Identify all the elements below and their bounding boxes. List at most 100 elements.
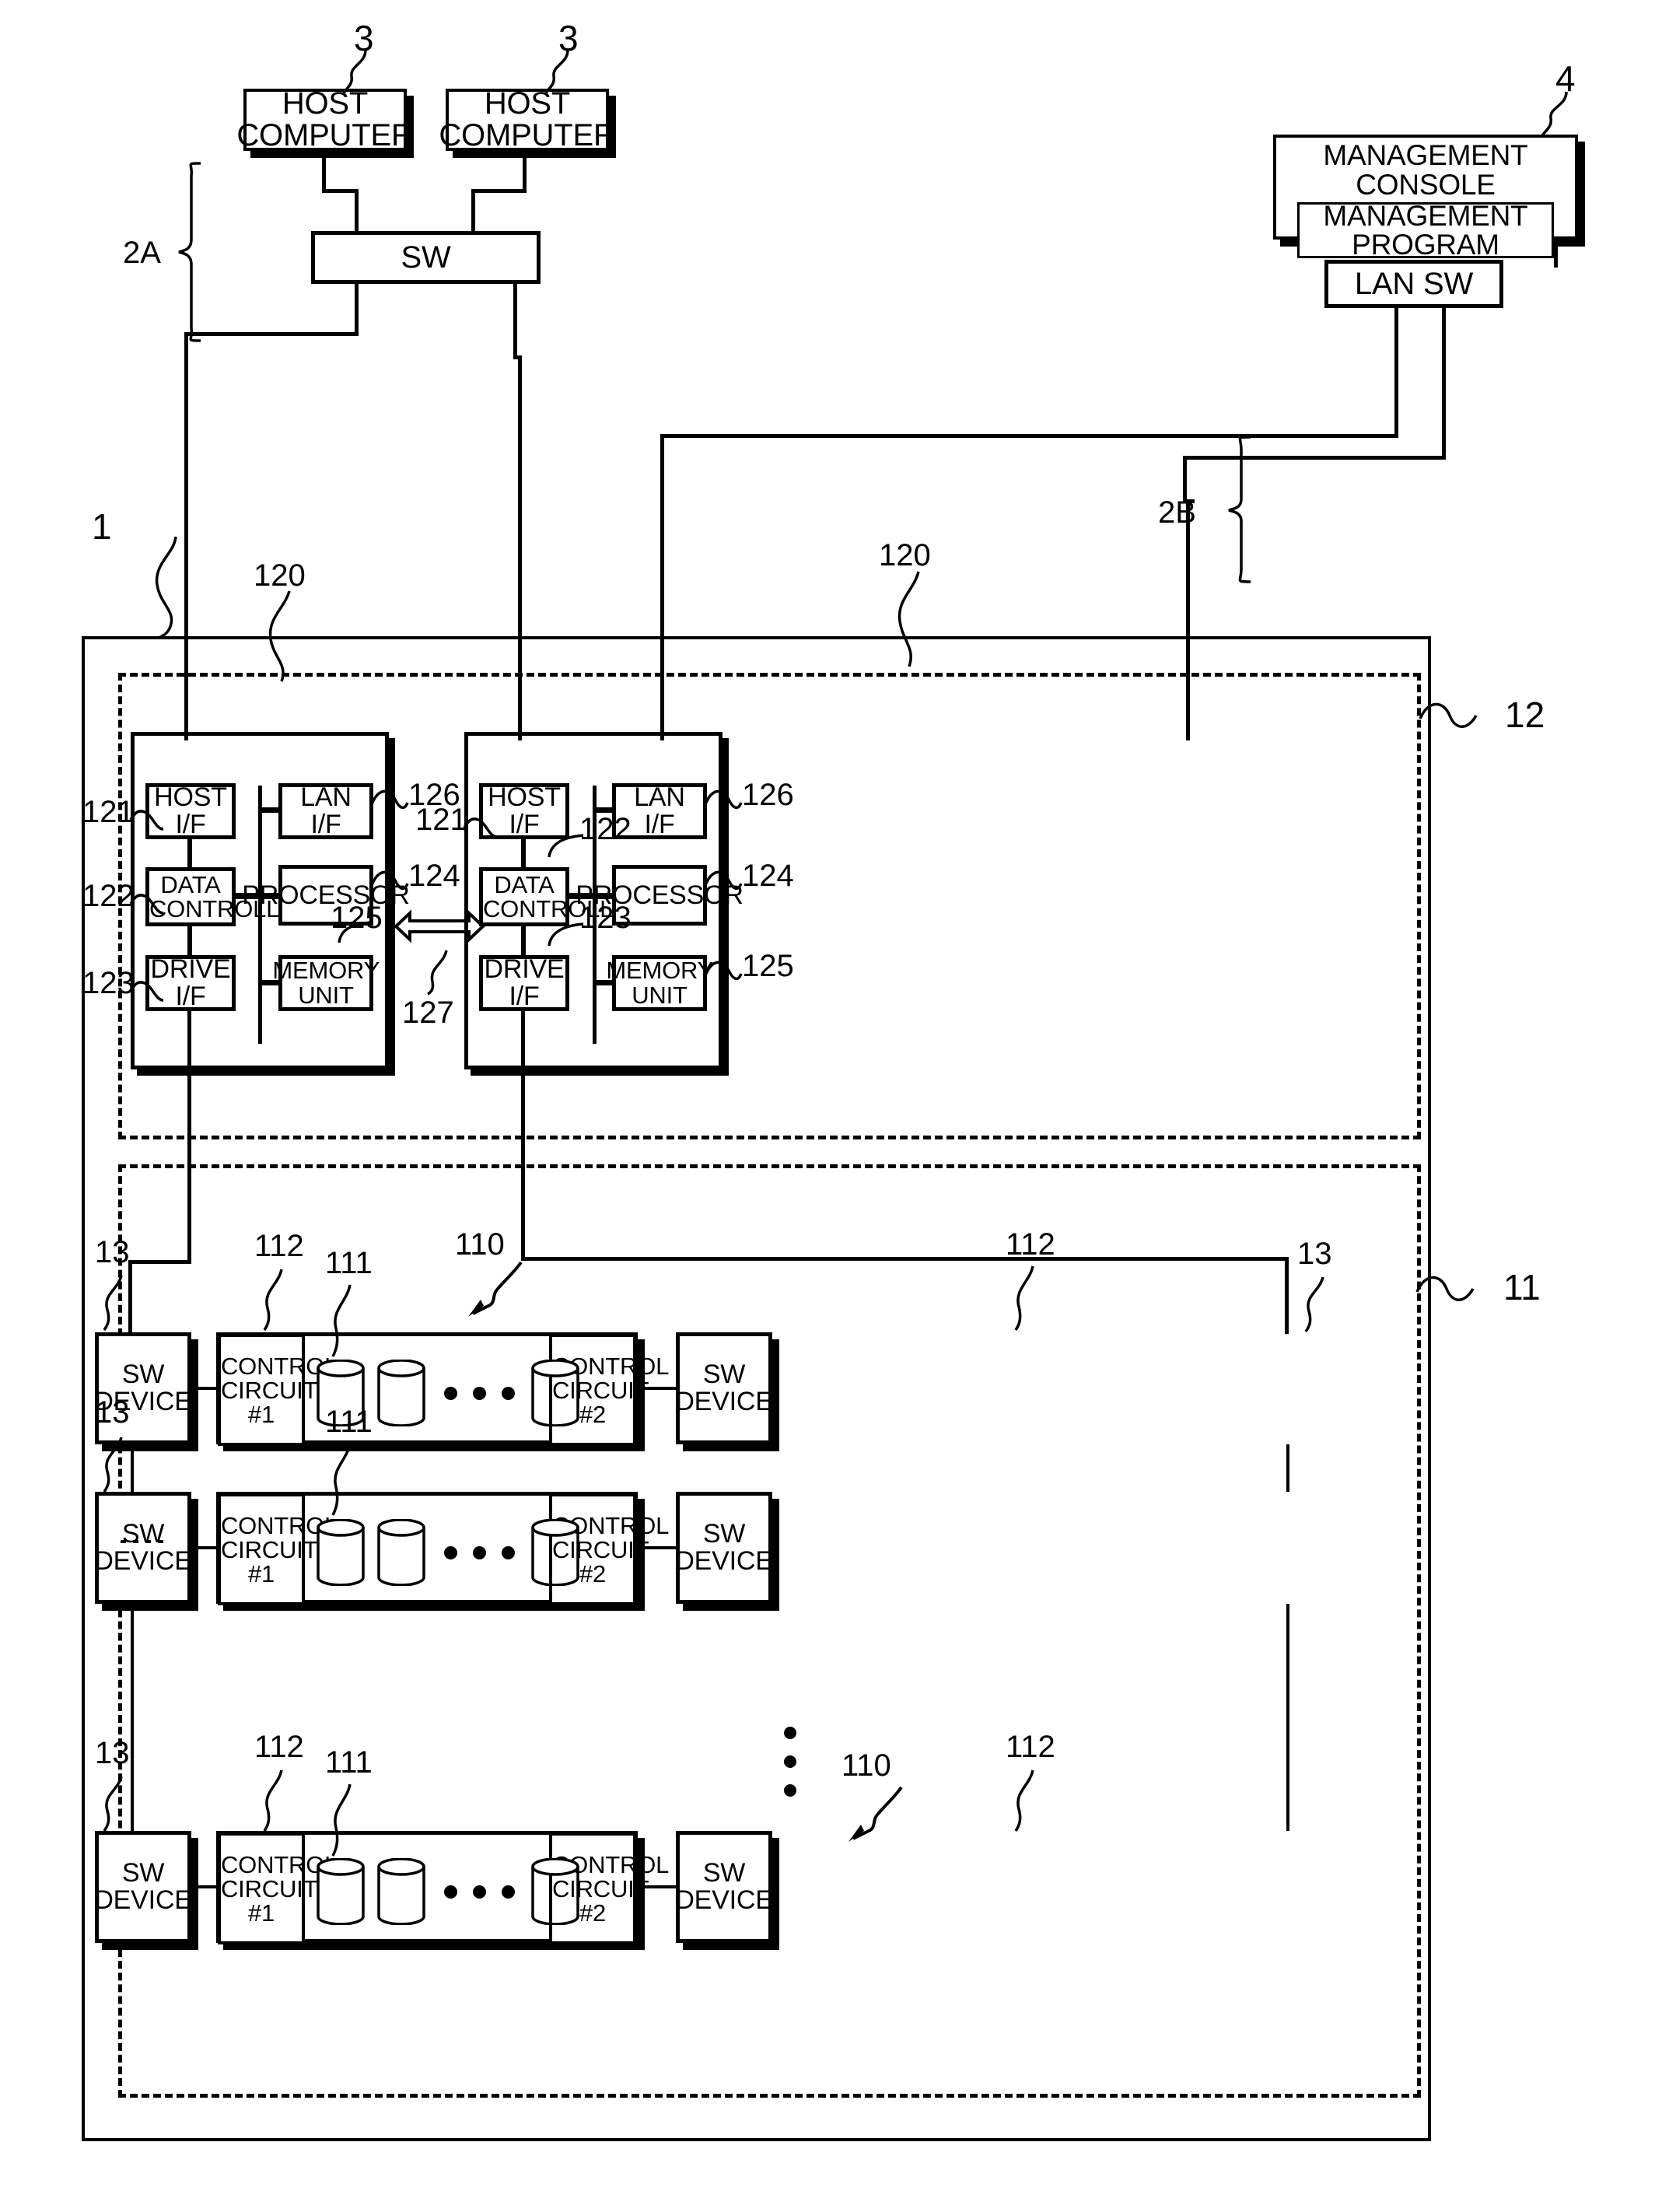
wire-lansw-right-h (1183, 456, 1446, 460)
row1-sw-device-right-label: SW DEVICE (675, 1360, 773, 1416)
row1-disk-3 (531, 1360, 579, 1426)
ref-numeral-13-r1l: 13 (95, 1235, 130, 1269)
ref-numeral-125-left: 125 (331, 901, 383, 935)
row3-disk-3 (531, 1858, 579, 1925)
row1-drive-unit: CONTROL CIRCUIT #1 CONTROL CIRCUIT #2 (216, 1332, 669, 1446)
leader-122-left (129, 894, 164, 915)
ref-numeral-host-1: 3 (354, 18, 374, 58)
leader-system-1 (155, 536, 177, 639)
row2-disk-1 (317, 1519, 365, 1586)
ctrl2-bus-to-memory (593, 980, 616, 985)
chain-left-r1-r2 (131, 1444, 134, 1492)
row3-sw-device-right: SW DEVICE (675, 1831, 773, 1943)
ref-numeral-111-r1: 111 (325, 1246, 373, 1280)
ctrl1-memory-unit-label: MEMORY UNIT (272, 957, 380, 1009)
leader-125-right (704, 961, 743, 981)
ref-numeral-13-r2l: 13 (95, 1395, 130, 1430)
row1-sw-device-right: SW DEVICE (675, 1332, 773, 1444)
leader-110-r1 (468, 1261, 523, 1317)
row1-disk-2 (377, 1360, 425, 1426)
row1-control-circuit-1-label: CONTROL CIRCUIT #1 (221, 1352, 338, 1428)
ref-numeral-124-right: 124 (742, 859, 794, 893)
sw-label: SW (401, 240, 451, 275)
wire-host1-down (322, 151, 326, 191)
row3-control-circuit-1-label: CONTROL CIRCUIT #1 (221, 1850, 338, 1927)
ref-numeral-121-right: 121 (415, 803, 467, 837)
ctrl2-memory-unit-label: MEMORY UNIT (606, 957, 714, 1009)
row3-disk-1 (317, 1858, 365, 1925)
chain-left-r2-r3 (131, 1604, 134, 1831)
leader-111-r2 (331, 1443, 352, 1516)
ref-numeral-110-r1: 110 (455, 1227, 505, 1262)
patent-figure-canvas: HOST COMPUTER HOST COMPUTER 3 3 SW 2A MA… (0, 0, 1676, 2212)
row3-drive-unit: CONTROL CIRCUIT #1 CONTROL CIRCUIT #2 (216, 1831, 669, 1944)
ref-numeral-2a: 2A (123, 236, 161, 270)
ref-numeral-host-2: 3 (558, 18, 579, 58)
ctrl2-dc-to-bus (568, 893, 616, 899)
ref-numeral-111-r2: 111 (325, 1405, 373, 1439)
leader-124-right (704, 870, 743, 891)
leader-112-r1l (263, 1269, 283, 1331)
ctrl1-lan-if-box: LAN I/F (278, 783, 373, 839)
management-console-label: MANAGEMENT CONSOLE (1323, 139, 1528, 201)
sw-box: SW (311, 231, 541, 284)
ref-numeral-127: 127 (402, 996, 454, 1030)
leader-112-r1r (1014, 1265, 1034, 1331)
leader-112-r3l (263, 1769, 283, 1832)
lan-sw-label: LAN SW (1354, 266, 1474, 301)
ref-numeral-120-b: 120 (879, 538, 931, 572)
row2-disk-2 (377, 1519, 425, 1586)
row3-link-cc2-swr (636, 1885, 677, 1888)
wire-lansw-right-down (1183, 456, 1187, 502)
row3-sw-device-left-label: SW DEVICE (94, 1858, 192, 1915)
wire-sw-out-left (355, 282, 359, 334)
ctrl2-drive-if-label: DRIVE I/F (484, 954, 565, 1011)
ref-numeral-111-r3: 111 (325, 1745, 373, 1780)
row2-sw-device-right-label: SW DEVICE (675, 1519, 773, 1576)
leader-121-left (129, 810, 164, 831)
row1-link-cc2-swr (636, 1387, 677, 1390)
row3-control-circuit-1: CONTROL CIRCUIT #1 (218, 1832, 338, 1944)
management-program-label: MANAGEMENT PROGRAM (1323, 200, 1528, 261)
row2-disk-3 (531, 1519, 579, 1586)
rows-vertical-ellipsis (784, 1727, 796, 1797)
ref-numeral-121-left: 121 (82, 795, 135, 829)
ref-numeral-112-r3l: 112 (254, 1730, 304, 1764)
ctrl1-bus-to-memory (258, 980, 282, 985)
leader-127 (427, 950, 448, 996)
ctrl2-hostif-to-dc (521, 838, 526, 869)
row2-sw-device-right: SW DEVICE (675, 1492, 773, 1604)
leader-112-r3r (1014, 1769, 1034, 1832)
ref-numeral-system-1: 1 (92, 506, 112, 547)
ctrl1-dc-to-driveif (187, 925, 192, 957)
ctrl1-memory-unit-box: MEMORY UNIT (272, 955, 380, 1011)
wire-host2-left (471, 189, 527, 193)
ref-numeral-112-r1l: 112 (254, 1229, 304, 1263)
ctrl2-data-controller-label: DATA CONTROLLER (483, 871, 646, 922)
ctrl2-dc-to-driveif (521, 925, 526, 957)
row2-control-circuit-1: CONTROL CIRCUIT #1 (218, 1493, 338, 1605)
bracket-2a (178, 162, 201, 342)
wire-lansw-out-left (1394, 306, 1398, 437)
ctrl2-memory-unit-box: MEMORY UNIT (606, 955, 713, 1011)
row2-disk-ellipsis (444, 1546, 515, 1559)
ctrl2-data-controller-box: DATA CONTROLLER (479, 867, 646, 926)
host-computer-2-box: HOST COMPUTER (439, 88, 615, 151)
ref-numeral-126-right: 126 (742, 778, 794, 812)
leader-13-r1r (1304, 1276, 1324, 1332)
wire-mgmt-to-lansw (1554, 238, 1558, 268)
leader-enclosure-11 (1415, 1276, 1475, 1301)
row2-sw-device-left-label: SW DEVICE (94, 1519, 192, 1576)
chain-right-r1-r2 (1286, 1444, 1289, 1492)
management-program-box: MANAGEMENT PROGRAM (1297, 200, 1554, 261)
ref-numeral-112-r1r: 112 (1006, 1227, 1055, 1262)
leader-13-r1l (103, 1275, 123, 1331)
ref-numeral-120-a: 120 (254, 558, 306, 593)
host-computer-1-label: HOST COMPUTER (236, 86, 414, 152)
ctrl1-hostif-to-dc (187, 838, 192, 869)
chain-right-r2-r3 (1286, 1604, 1289, 1831)
row3-disk-ellipsis (444, 1885, 515, 1899)
leader-111-r1 (331, 1284, 352, 1357)
ref-numeral-123-right: 123 (579, 901, 632, 935)
ref-numeral-124-left: 124 (408, 859, 460, 893)
